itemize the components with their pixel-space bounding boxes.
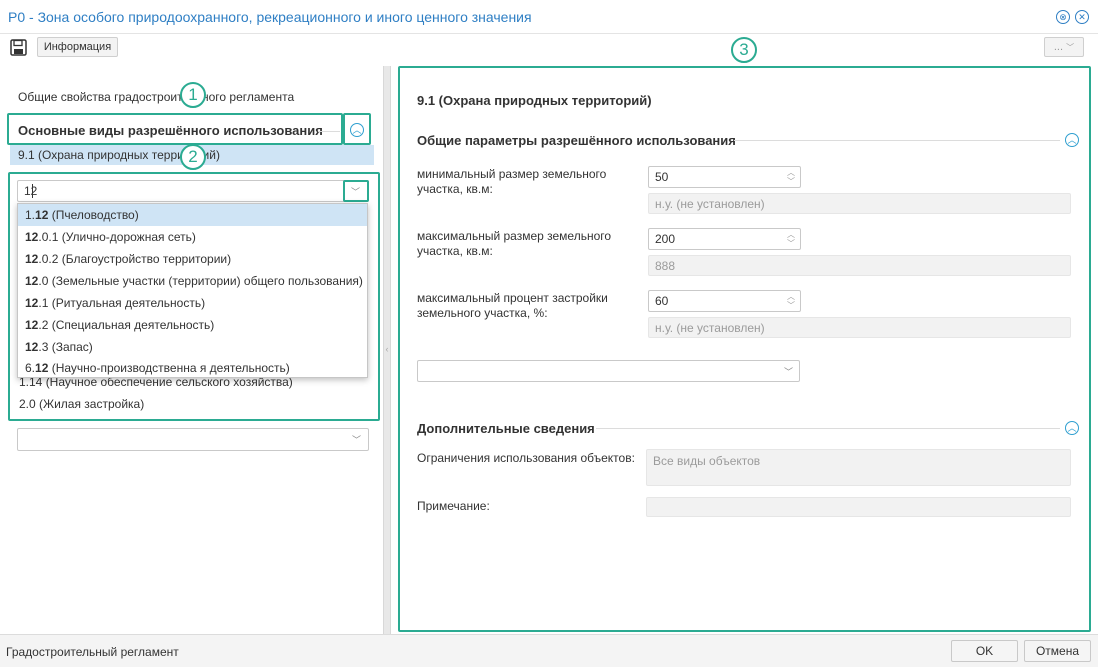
option-match: 12 xyxy=(25,252,39,266)
more-label: ... xyxy=(1053,41,1064,53)
combo-arrow-box[interactable]: ﹀ xyxy=(343,180,369,202)
extra-section-title: Дополнительные сведения xyxy=(417,421,595,436)
collapse-icon[interactable]: ︿ xyxy=(350,123,364,137)
header-divider xyxy=(318,131,340,132)
dropdown-option[interactable]: 12.3 (Запас) xyxy=(18,336,367,358)
chevron-down-icon: ﹀ xyxy=(351,187,361,197)
params-section-title: Общие параметры разрешённого использован… xyxy=(417,133,736,148)
option-suffix: (Научно-производственна я деятельность) xyxy=(48,361,290,375)
option-match: 12 xyxy=(25,274,39,288)
chevron-down-icon: ﹀ xyxy=(1066,43,1075,52)
option-match: 12 xyxy=(35,208,49,222)
option-match: 12 xyxy=(25,230,39,244)
option-prefix: 6. xyxy=(25,361,36,375)
min-area-input[interactable]: 50 ︿ ﹀ xyxy=(648,166,801,188)
spinner-icon[interactable]: ︿ ﹀ xyxy=(786,292,796,310)
list-item[interactable]: 2.0 (Жилая застройка) xyxy=(19,397,144,411)
floppy-disk-icon xyxy=(10,39,27,56)
details-heading: 9.1 (Охрана природных территорий) xyxy=(417,93,652,108)
spinner-icon[interactable]: ︿ ﹀ xyxy=(786,230,796,248)
option-match: 12 xyxy=(25,340,39,354)
max-percent-hint: н.у. (не установлен) xyxy=(648,317,1071,338)
collapse-icon[interactable]: ︿ xyxy=(1065,133,1079,147)
note-field xyxy=(646,497,1071,517)
param-label-line: минимальный размер земельного xyxy=(417,167,607,181)
dropdown-option[interactable]: 6.12 (Научно-производственна я деятельно… xyxy=(18,358,367,378)
status-text: Градостроительный регламент xyxy=(6,645,179,659)
min-area-hint: н.у. (не установлен) xyxy=(648,193,1071,214)
chevron-down-icon: ﹀ xyxy=(352,435,362,445)
min-area-value: 50 xyxy=(655,170,669,184)
info-button[interactable]: Информация xyxy=(37,37,118,57)
status-bar: Градостроительный регламент OK Отмена xyxy=(0,634,1098,667)
param-label-line: участка, кв.м: xyxy=(417,244,493,258)
param-label-line: максимальный размер земельного xyxy=(417,229,612,243)
dropdown-option[interactable]: 12.0.1 (Улично-дорожная сеть) xyxy=(18,226,367,248)
option-match: 12 xyxy=(35,361,49,375)
pin-icon[interactable]: ⊗ xyxy=(1056,10,1070,24)
option-suffix: .2 (Специальная деятельность) xyxy=(38,318,215,332)
dropdown-option[interactable]: 12.0.2 (Благоустройство территории) xyxy=(18,248,367,270)
param-label: минимальный размер земельного участка, кв… xyxy=(417,167,627,197)
param-label: максимальный размер земельного участка, к… xyxy=(417,229,627,259)
dropdown-option[interactable]: 12.1 (Ритуальная деятельность) xyxy=(18,292,367,314)
chevron-down-icon: ﹀ xyxy=(784,367,794,377)
cancel-button[interactable]: Отмена xyxy=(1024,640,1091,662)
option-suffix: .0.2 (Благоустройство территории) xyxy=(38,252,232,266)
option-suffix: (Пчеловодство) xyxy=(48,208,139,222)
param-label-line: максимальный процент застройки xyxy=(417,291,608,305)
callout-marker: 1 xyxy=(180,82,206,108)
option-suffix: .3 (Запас) xyxy=(38,340,93,354)
param-label-line: участка, кв.м: xyxy=(417,182,493,196)
extra-divider xyxy=(596,428,1060,429)
dropdown-option[interactable]: 12.2 (Специальная деятельность) xyxy=(18,314,367,336)
more-button[interactable]: ... ﹀ xyxy=(1044,37,1084,57)
dropdown-option[interactable]: 1.12 (Пчеловодство) xyxy=(18,204,367,226)
max-area-hint: 888 xyxy=(648,255,1071,276)
note-label: Примечание: xyxy=(417,499,490,513)
ok-button[interactable]: OK xyxy=(951,640,1018,662)
general-props-link[interactable]: Общие свойства градостроительного реглам… xyxy=(18,90,294,105)
title-bar: Р0 - Зона особого природоохранного, рекр… xyxy=(0,0,1098,34)
panel-splitter[interactable]: ‹ xyxy=(383,66,391,634)
restrictions-field: Все виды объектов xyxy=(646,449,1071,486)
params-divider xyxy=(734,140,1060,141)
save-button[interactable] xyxy=(10,39,27,56)
param-label-line: земельного участка, %: xyxy=(417,306,548,320)
window-title: Р0 - Зона особого природоохранного, рекр… xyxy=(8,9,532,25)
chevron-left-icon[interactable]: ‹ xyxy=(384,344,390,354)
callout-marker: 3 xyxy=(731,37,757,63)
extra-param-combo[interactable]: ﹀ xyxy=(417,360,800,382)
option-suffix: .0.1 (Улично-дорожная сеть) xyxy=(38,230,196,244)
collapse-icon[interactable]: ︿ xyxy=(1065,421,1079,435)
max-percent-value: 60 xyxy=(655,294,669,308)
details-panel xyxy=(398,66,1091,632)
callout-marker: 2 xyxy=(180,144,206,170)
main-types-title: Основные виды разрешённого использования xyxy=(18,123,323,138)
close-icon[interactable]: ✕ xyxy=(1075,10,1089,24)
dropdown-option[interactable]: 12.0 (Земельные участки (территории) общ… xyxy=(18,270,367,292)
max-area-value: 200 xyxy=(655,232,676,246)
option-prefix: 1. xyxy=(25,208,36,222)
use-type-combo[interactable]: 12 xyxy=(17,180,369,202)
option-suffix: .1 (Ритуальная деятельность) xyxy=(38,296,206,310)
spinner-icon[interactable]: ︿ ﹀ xyxy=(786,168,796,186)
use-type-dropdown: 1.12 (Пчеловодство) 12.0.1 (Улично-дорож… xyxy=(17,203,368,378)
secondary-use-combo[interactable]: ﹀ xyxy=(17,428,369,451)
param-label: максимальный процент застройки земельного… xyxy=(417,291,627,321)
option-suffix: .0 (Земельные участки (территории) общег… xyxy=(38,274,363,288)
use-type-input[interactable]: 12 xyxy=(24,184,37,198)
restrictions-label: Ограничения использования объектов: xyxy=(417,451,635,465)
option-match: 12 xyxy=(25,296,39,310)
option-match: 12 xyxy=(25,318,39,332)
max-percent-input[interactable]: 60 ︿ ﹀ xyxy=(648,290,801,312)
max-area-input[interactable]: 200 ︿ ﹀ xyxy=(648,228,801,250)
text-cursor xyxy=(32,184,33,198)
